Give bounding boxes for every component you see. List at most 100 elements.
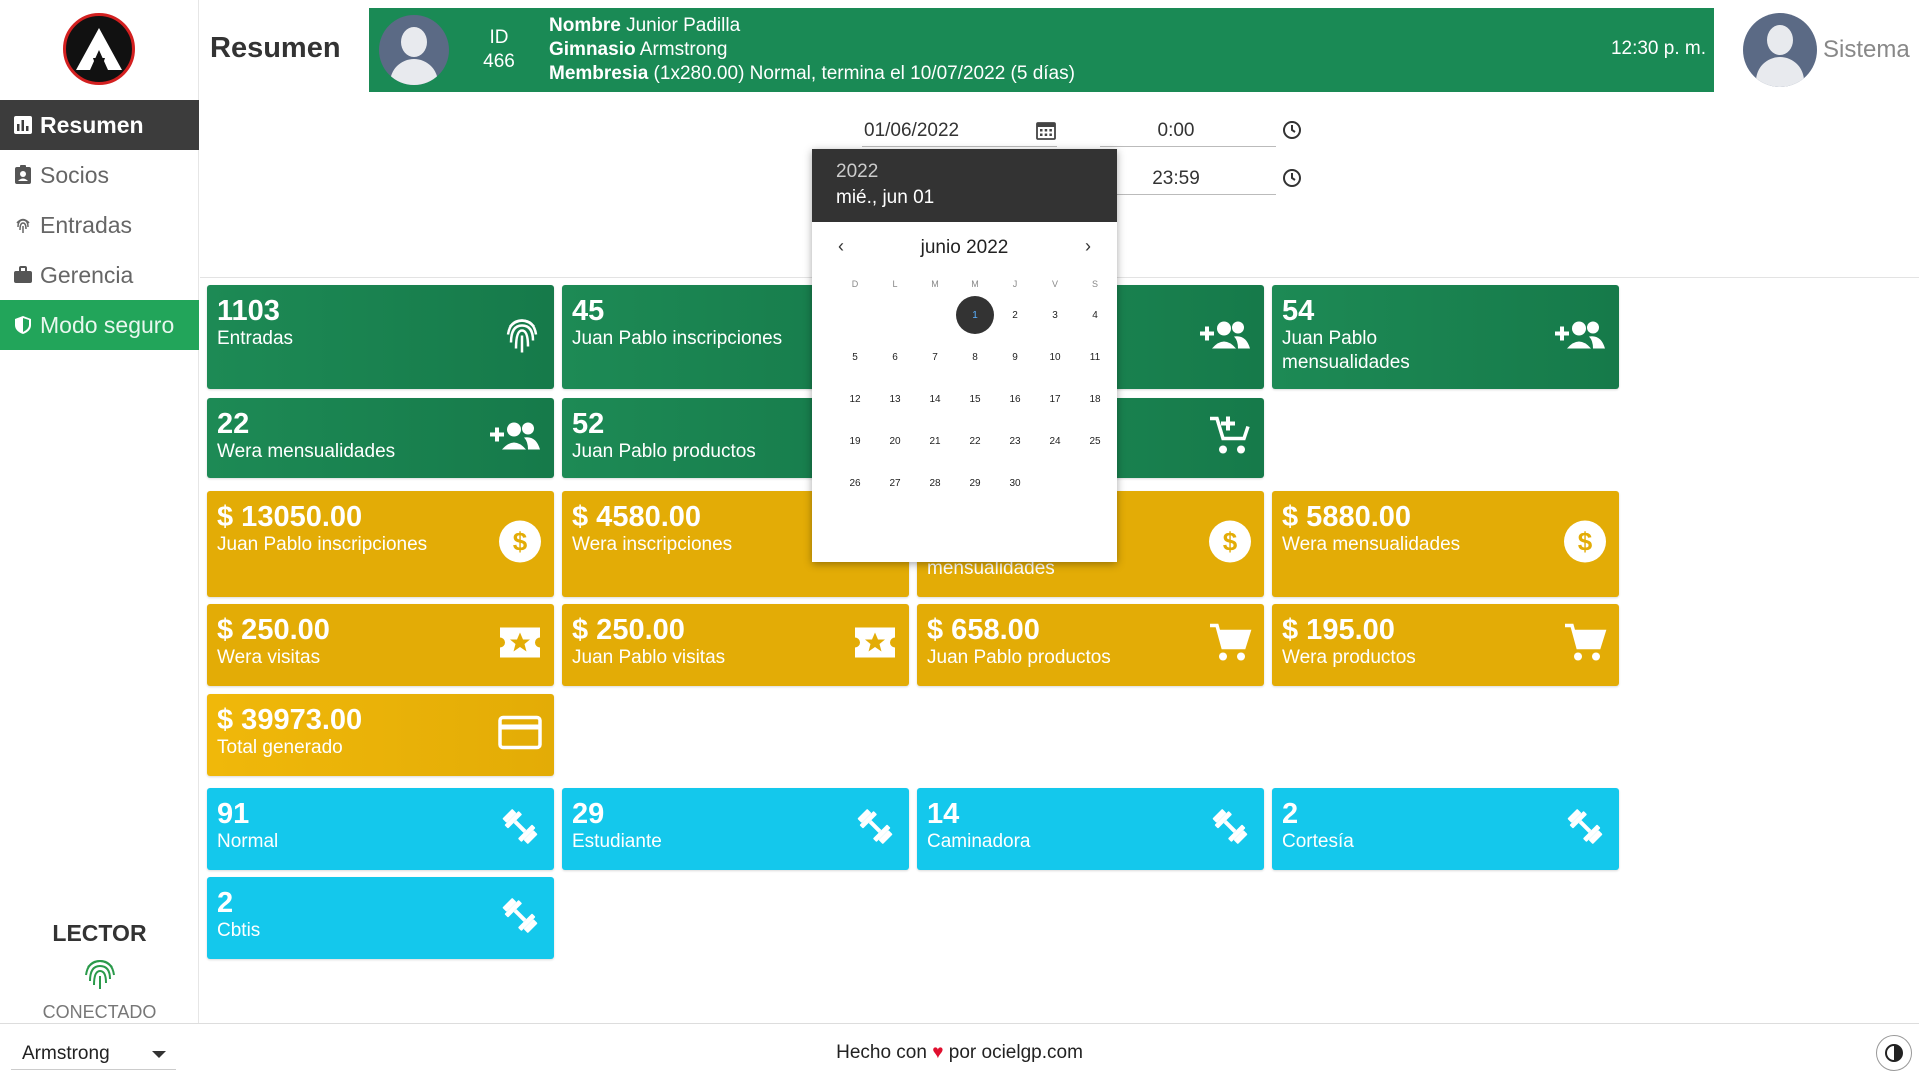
day-cell[interactable]: 16 xyxy=(995,394,1035,405)
stat-card-jp-inscripciones-money[interactable]: $ 13050.00 Juan Pablo inscripciones $ xyxy=(207,491,554,597)
start-date-value: 01/06/2022 xyxy=(864,119,960,141)
member-name-key: Nombre xyxy=(549,15,621,36)
stat-label: Cbtis xyxy=(217,920,261,941)
svg-text:$: $ xyxy=(1223,527,1238,557)
prev-month-icon[interactable]: ‹ xyxy=(838,236,844,257)
day-cell[interactable]: 1 xyxy=(955,296,995,334)
day-cell[interactable]: 3 xyxy=(1035,310,1075,321)
sidebar-item-label: Resumen xyxy=(40,111,144,138)
next-month-icon[interactable]: › xyxy=(1085,236,1091,257)
sidebar-item-modo-seguro[interactable]: Modo seguro xyxy=(0,300,199,350)
day-cell[interactable]: 17 xyxy=(1035,394,1075,405)
person-add-icon xyxy=(490,420,542,457)
day-cell[interactable]: 27 xyxy=(875,478,915,489)
day-cell[interactable]: 13 xyxy=(875,394,915,405)
stat-card-entradas[interactable]: 1103 Entradas xyxy=(207,285,554,389)
stat-label: Wera mensualidades xyxy=(1282,534,1461,555)
sidebar-item-resumen[interactable]: Resumen xyxy=(0,100,199,150)
day-cell[interactable]: 10 xyxy=(1035,352,1075,363)
day-cell[interactable]: 8 xyxy=(955,352,995,363)
stat-card-jp-productos-money[interactable]: $ 658.00 Juan Pablo productos xyxy=(917,604,1264,686)
stat-label: Wera visitas xyxy=(217,647,321,668)
stat-card-wera-productos-money[interactable]: $ 195.00 Wera productos xyxy=(1272,604,1619,686)
user-avatar xyxy=(1743,13,1817,87)
ticket-star-icon xyxy=(853,626,897,665)
member-gym-value: Armstrong xyxy=(635,39,728,60)
day-cell[interactable]: 19 xyxy=(835,436,875,447)
day-cell[interactable]: 22 xyxy=(955,436,995,447)
stat-label: Total generado xyxy=(217,737,343,758)
datepicker-year[interactable]: 2022 xyxy=(836,161,1093,183)
stat-value: $ 39973.00 xyxy=(217,704,363,736)
day-cell[interactable]: 29 xyxy=(955,478,995,489)
day-cell[interactable]: 12 xyxy=(835,394,875,405)
end-time-value: 23:59 xyxy=(1152,167,1200,189)
day-cell[interactable]: 18 xyxy=(1075,394,1115,405)
dollar-circle-icon: $ xyxy=(498,520,542,569)
calendar-icon[interactable] xyxy=(1035,119,1057,147)
day-cell[interactable]: 26 xyxy=(835,478,875,489)
user-name: Sistema xyxy=(1823,36,1910,63)
contrast-icon xyxy=(1885,1044,1903,1062)
sidebar-item-socios[interactable]: Socios xyxy=(0,150,199,200)
sidebar-item-gerencia[interactable]: Gerencia xyxy=(0,250,199,300)
end-time-input[interactable]: 23:59 xyxy=(1100,163,1276,195)
stat-label: Cortesía xyxy=(1282,831,1354,852)
clock-icon[interactable] xyxy=(1282,120,1302,145)
stat-value: $ 250.00 xyxy=(572,614,685,646)
day-cell[interactable]: 4 xyxy=(1075,310,1115,321)
app-root: Resumen Socios Entradas Gerencia Modo se… xyxy=(0,0,1919,1079)
day-cell[interactable]: 20 xyxy=(875,436,915,447)
stat-card-jp-visitas[interactable]: $ 250.00 Juan Pablo visitas xyxy=(562,604,909,686)
day-cell[interactable]: 5 xyxy=(835,352,875,363)
stat-card-estudiante[interactable]: 29 Estudiante xyxy=(562,788,909,870)
day-cell[interactable]: 23 xyxy=(995,436,1035,447)
day-cell[interactable]: 9 xyxy=(995,352,1035,363)
member-avatar xyxy=(379,15,449,85)
day-cell[interactable]: 24 xyxy=(1035,436,1075,447)
start-time-input[interactable]: 0:00 xyxy=(1100,115,1276,147)
sidebar-item-label: Gerencia xyxy=(40,261,134,288)
day-cell[interactable]: 11 xyxy=(1075,352,1115,363)
day-cell[interactable]: 28 xyxy=(915,478,955,489)
member-id-label: ID xyxy=(489,27,509,48)
stat-card-normal[interactable]: 91 Normal xyxy=(207,788,554,870)
chart-icon xyxy=(12,114,34,136)
stat-card-caminadora[interactable]: 14 Caminadora xyxy=(917,788,1264,870)
member-details: Nombre Junior Padilla Gimnasio Armstrong… xyxy=(549,14,1075,86)
clock-icon[interactable] xyxy=(1282,168,1302,193)
stat-card-wera-mensualidades[interactable]: 22 Wera mensualidades xyxy=(207,398,554,478)
sidebar-item-entradas[interactable]: Entradas xyxy=(0,200,199,250)
current-user[interactable]: Sistema xyxy=(1743,13,1910,87)
weekday-label: J xyxy=(1012,279,1018,289)
day-cell[interactable]: 6 xyxy=(875,352,915,363)
stat-card-wera-visitas[interactable]: $ 250.00 Wera visitas xyxy=(207,604,554,686)
stat-card-cortesia[interactable]: 2 Cortesía xyxy=(1272,788,1619,870)
theme-toggle-button[interactable] xyxy=(1876,1035,1912,1071)
stat-card-wera-mensualidades-money[interactable]: $ 5880.00 Wera mensualidades $ xyxy=(1272,491,1619,597)
dumbbell-icon xyxy=(498,805,542,854)
day-cell[interactable]: 2 xyxy=(995,310,1035,321)
day-cell[interactable]: 7 xyxy=(915,352,955,363)
stat-card-jp-mensualidades[interactable]: 54 Juan Pablo mensualidades xyxy=(1272,285,1619,389)
day-selected[interactable]: 1 xyxy=(956,296,994,334)
credit-card-icon xyxy=(498,715,542,755)
day-cell[interactable]: 25 xyxy=(1075,436,1115,447)
dumbbell-icon xyxy=(1208,805,1252,854)
member-membership-row: Membresia (1x280.00) Normal, termina el … xyxy=(549,62,1075,86)
start-time-value: 0:00 xyxy=(1157,119,1195,141)
day-cell[interactable]: 30 xyxy=(995,478,1035,489)
day-cell[interactable]: 15 xyxy=(955,394,995,405)
start-date-input[interactable]: 01/06/2022 xyxy=(862,115,1057,147)
day-cell[interactable]: 14 xyxy=(915,394,955,405)
stat-label: Juan Pablo productos xyxy=(927,647,1111,668)
heart-icon: ♥ xyxy=(932,1042,944,1063)
ticket-star-icon xyxy=(498,626,542,665)
day-cell[interactable]: 21 xyxy=(915,436,955,447)
datepicker-header: 2022 mié., jun 01 xyxy=(812,149,1117,222)
stat-value: $ 13050.00 xyxy=(217,501,363,533)
stat-card-cbtis[interactable]: 2 Cbtis xyxy=(207,877,554,959)
stat-label: Wera productos xyxy=(1282,647,1416,668)
stat-card-total-generado[interactable]: $ 39973.00 Total generado xyxy=(207,694,554,776)
stat-value: $ 195.00 xyxy=(1282,614,1395,646)
